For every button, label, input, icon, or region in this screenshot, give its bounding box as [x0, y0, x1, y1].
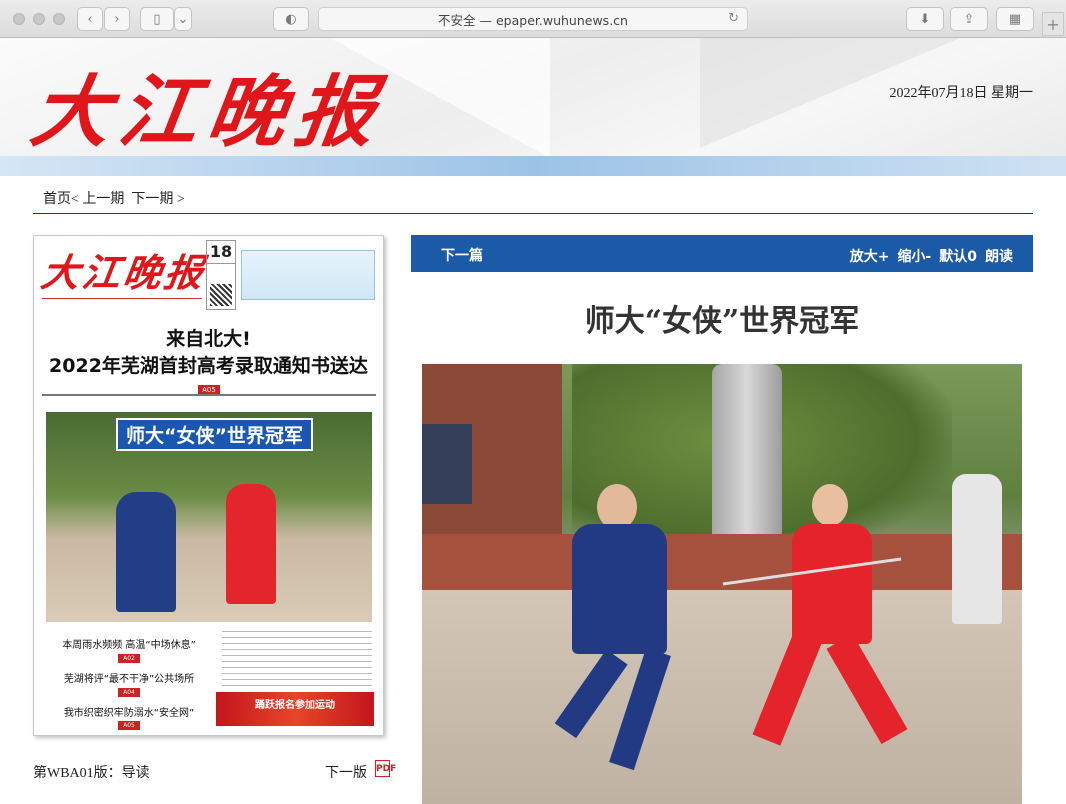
thumbnail-day: 18	[207, 241, 235, 264]
grid-icon: ▦	[1008, 11, 1022, 27]
masthead-banner: 大江晚报 2022年07月18日 星期一	[0, 38, 1066, 176]
privacy-report-button[interactable]: ◐	[273, 7, 309, 31]
article-title: 师大“女侠”世界冠军	[584, 304, 860, 339]
thumbnail-headline-1[interactable]: 来自北大!	[34, 324, 383, 351]
home-link[interactable]: 首页	[43, 192, 71, 207]
plus-icon: +	[1046, 14, 1060, 34]
photo-figure-woman	[752, 484, 932, 784]
reload-icon[interactable]: ↻	[728, 11, 739, 26]
page-thumbnail[interactable]: 大江晚报 18 来自北大! 2022年芜湖首封高考录取通知书送达 A05 师大“…	[33, 235, 384, 736]
thumbnail-photo-caption: 师大“女侠”世界冠军	[116, 418, 313, 451]
list-item[interactable]: 我市织密织牢防溺水“安全网”	[44, 704, 214, 719]
zoom-window-icon[interactable]	[53, 13, 65, 25]
thumbnail-ad-top[interactable]	[241, 250, 375, 300]
thumbnail-ad-bottom[interactable]: 踊跃报名参加运动	[216, 692, 374, 726]
tab-overview-button[interactable]: ▦	[996, 7, 1034, 31]
sidebar-icon: ▯	[153, 11, 161, 27]
prev-issue-link[interactable]: < 上一期	[71, 192, 124, 207]
default-size-button[interactable]: 默认0	[939, 246, 977, 266]
read-aloud-button[interactable]: 朗读	[985, 246, 1013, 266]
list-item-tag: A05	[118, 721, 140, 730]
chevron-left-icon: ‹	[87, 11, 93, 27]
article-toolbar: 下一篇 放大+ 缩小- 默认0 朗读	[411, 235, 1033, 272]
forward-button[interactable]: ›	[104, 7, 130, 31]
newspaper-logo[interactable]: 大江晚报	[26, 67, 391, 158]
download-icon: ⬇	[919, 11, 931, 27]
thumbnail-figure-man	[116, 492, 176, 612]
issue-navigation: 首页< 上一期 下一期 >	[33, 186, 1033, 214]
minimize-window-icon[interactable]	[33, 13, 45, 25]
edition-label: 第WBA01版：导读	[33, 766, 150, 781]
address-bar[interactable]: 不安全 — epaper.wuhunews.cn ↻	[318, 7, 748, 31]
photo-figure-man	[517, 484, 697, 784]
zoom-out-button[interactable]: 缩小-	[897, 246, 931, 266]
new-tab-button[interactable]: +	[1042, 12, 1064, 36]
list-item-tag: A02	[118, 654, 140, 663]
share-icon: ⇪	[963, 11, 975, 27]
list-item[interactable]: 本周雨水频频 高温“中场休息”	[44, 636, 214, 651]
next-edition-link[interactable]: 下一版	[325, 762, 367, 782]
sidebar-menu-button[interactable]: ⌄	[174, 7, 192, 31]
pdf-icon[interactable]: PDF	[375, 760, 396, 777]
issue-date: 2022年07月18日 星期一	[889, 86, 1034, 101]
reading-tools: 放大+ 缩小- 默认0 朗读	[850, 246, 1013, 266]
thumbnail-logo: 大江晚报	[38, 250, 209, 295]
qr-code-icon	[210, 284, 232, 306]
thumbnail-photo[interactable]: 师大“女侠”世界冠军	[46, 412, 372, 622]
chevron-right-icon: ›	[114, 11, 120, 27]
list-item-tag: A04	[118, 688, 140, 697]
browser-toolbar: ‹ › ▯ ⌄ ◐ 不安全 — epaper.wuhunews.cn ↻ ⬇ ⇪…	[0, 0, 1066, 38]
next-issue-link[interactable]: 下一期 >	[131, 192, 184, 207]
share-button[interactable]: ⇪	[950, 7, 988, 31]
thumbnail-headline-2[interactable]: 2022年芜湖首封高考录取通知书送达	[34, 351, 383, 378]
downloads-button[interactable]: ⬇	[906, 7, 944, 31]
shield-icon: ◐	[285, 11, 297, 27]
chevron-down-icon: ⌄	[177, 11, 189, 27]
thumbnail-text-column	[222, 626, 372, 686]
article-photo[interactable]	[422, 364, 1022, 804]
zoom-in-button[interactable]: 放大+	[850, 246, 890, 266]
next-article-link[interactable]: 下一篇	[441, 245, 483, 265]
url-text: 不安全 — epaper.wuhunews.cn	[438, 12, 628, 28]
back-button[interactable]: ‹	[77, 7, 103, 31]
photo-photographer	[952, 474, 1002, 624]
sidebar-button[interactable]: ▯	[140, 7, 174, 31]
thumbnail-figure-woman	[226, 484, 276, 604]
list-item[interactable]: 芜湖将评“最不干净”公共场所	[44, 670, 214, 685]
close-window-icon[interactable]	[13, 13, 25, 25]
